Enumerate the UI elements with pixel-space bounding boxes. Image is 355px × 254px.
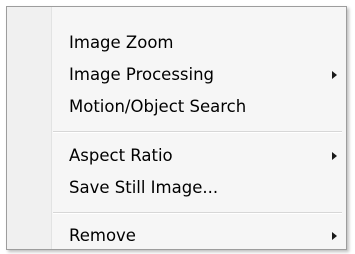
submenu-arrow-icon [332, 152, 337, 160]
menu-item-save-still-image[interactable]: Save Still Image... [9, 172, 344, 204]
context-menu: Image Zoom Image Processing Motion/Objec… [6, 6, 347, 250]
menu-item-motion-object-search[interactable]: Motion/Object Search [9, 91, 344, 123]
menu-item-label: Image Processing [69, 65, 215, 84]
menu-item-image-processing[interactable]: Image Processing [9, 59, 344, 91]
menu-item-label: Remove [69, 226, 136, 245]
submenu-arrow-icon [332, 232, 337, 240]
submenu-arrow-icon [332, 71, 337, 79]
menu-separator [53, 131, 342, 133]
menu-item-image-zoom[interactable]: Image Zoom [9, 27, 344, 59]
menu-item-aspect-ratio[interactable]: Aspect Ratio [9, 140, 344, 172]
menu-separator [53, 212, 342, 214]
menu-item-label: Save Still Image... [69, 178, 219, 197]
menu-item-remove[interactable]: Remove [9, 220, 344, 252]
menu-item-label: Motion/Object Search [69, 97, 247, 116]
menu-item-label: Aspect Ratio [69, 146, 173, 165]
menu-item-label: Image Zoom [69, 33, 174, 52]
